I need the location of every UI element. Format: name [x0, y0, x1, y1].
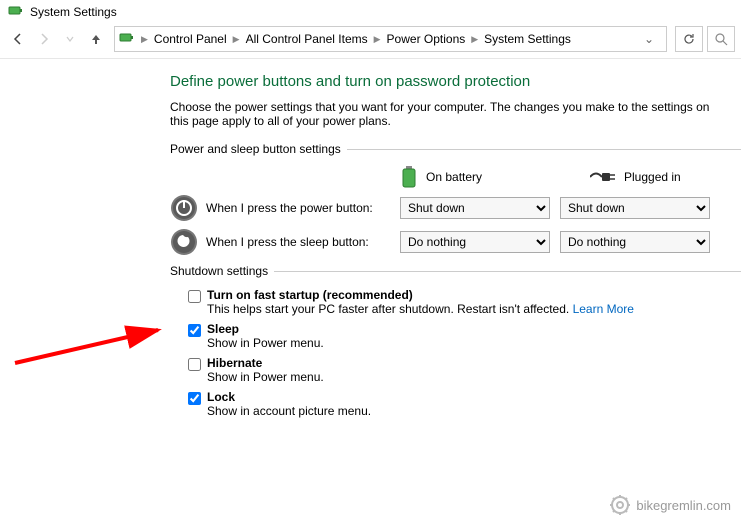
back-button[interactable] [6, 27, 30, 51]
col-label-plugged: Plugged in [624, 170, 681, 184]
fast-startup-label: Turn on fast startup (recommended) [207, 288, 634, 302]
chevron-right-icon: ▶ [139, 34, 150, 45]
lock-desc: Show in account picture menu. [207, 404, 371, 418]
lock-label: Lock [207, 390, 371, 404]
sleep-checkbox[interactable] [188, 324, 201, 337]
group-power-sleep: Power and sleep button settings [170, 142, 741, 156]
power-options-icon [8, 4, 24, 20]
up-button[interactable] [84, 27, 108, 51]
content: Define power buttons and turn on passwor… [0, 59, 741, 438]
sleep-row: Sleep Show in Power menu. [188, 322, 741, 350]
page-heading: Define power buttons and turn on passwor… [170, 73, 741, 90]
chevron-right-icon: ▶ [231, 34, 242, 45]
crumb-all-items[interactable]: All Control Panel Items [246, 32, 368, 46]
sleep-desc: Show in Power menu. [207, 336, 324, 350]
lock-row: Lock Show in account picture menu. [188, 390, 741, 418]
fast-startup-checkbox[interactable] [188, 290, 201, 303]
window-title: System Settings [30, 5, 117, 19]
search-button[interactable] [707, 26, 735, 52]
hibernate-label: Hibernate [207, 356, 324, 370]
chevron-right-icon: ▶ [469, 34, 480, 45]
hibernate-desc: Show in Power menu. [207, 370, 324, 384]
titlebar: System Settings [0, 0, 741, 24]
sleep-button-battery-select[interactable]: Do nothing [400, 231, 550, 253]
sleep-icon [170, 228, 198, 256]
col-on-battery: On battery [400, 166, 550, 188]
fast-startup-desc: This helps start your PC faster after sh… [207, 302, 634, 316]
column-headers: On battery Plugged in [400, 166, 741, 188]
sleep-button-plugged-select[interactable]: Do nothing [560, 231, 710, 253]
chevron-right-icon: ▶ [372, 34, 383, 45]
power-options-icon [119, 31, 135, 47]
plug-icon [590, 170, 616, 184]
crumb-system-settings[interactable]: System Settings [484, 32, 571, 46]
watermark: bikegremlin.com [610, 495, 731, 515]
crumb-power-options[interactable]: Power Options [387, 32, 466, 46]
sleep-label: Sleep [207, 322, 324, 336]
chevron-down-icon[interactable]: ⌄ [644, 32, 662, 46]
row-label: When I press the sleep button: [206, 235, 369, 249]
group-title: Shutdown settings [170, 264, 268, 278]
col-label-battery: On battery [426, 170, 482, 184]
nav-row: ▶ Control Panel ▶ All Control Panel Item… [0, 24, 741, 59]
breadcrumb[interactable]: ▶ Control Panel ▶ All Control Panel Item… [114, 26, 667, 52]
group-title: Power and sleep button settings [170, 142, 341, 156]
refresh-button[interactable] [675, 26, 703, 52]
row-power-button: When I press the power button: Shut down… [170, 194, 741, 222]
learn-more-link[interactable]: Learn More [573, 302, 634, 316]
forward-button[interactable] [32, 27, 56, 51]
row-sleep-button: When I press the sleep button: Do nothin… [170, 228, 741, 256]
battery-icon [400, 166, 418, 188]
row-label: When I press the power button: [206, 201, 373, 215]
group-shutdown: Shutdown settings [170, 264, 741, 278]
watermark-text: bikegremlin.com [636, 498, 731, 513]
crumb-control-panel[interactable]: Control Panel [154, 32, 227, 46]
power-button-battery-select[interactable]: Shut down [400, 197, 550, 219]
hibernate-checkbox[interactable] [188, 358, 201, 371]
hibernate-row: Hibernate Show in Power menu. [188, 356, 741, 384]
col-plugged-in: Plugged in [590, 170, 740, 184]
lock-checkbox[interactable] [188, 392, 201, 405]
fast-startup-row: Turn on fast startup (recommended) This … [188, 288, 741, 316]
recent-dropdown[interactable] [58, 27, 82, 51]
power-icon [170, 194, 198, 222]
page-intro: Choose the power settings that you want … [170, 100, 730, 128]
gear-icon [610, 495, 630, 515]
power-button-plugged-select[interactable]: Shut down [560, 197, 710, 219]
